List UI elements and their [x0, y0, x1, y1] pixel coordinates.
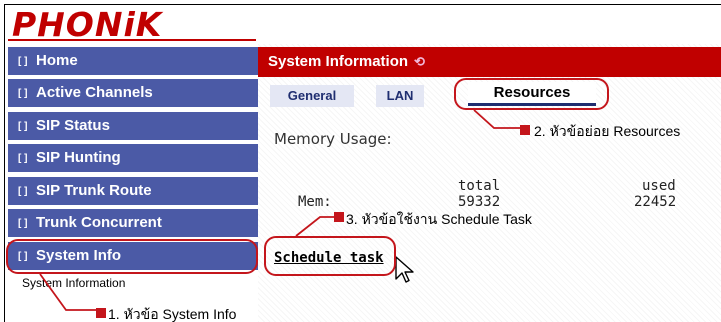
tab-lan[interactable]: LAN [376, 85, 424, 107]
page-title-bar: System Information ⟲ [258, 47, 721, 77]
sidebar-item-label: Active Channels [36, 84, 153, 101]
bracket-icon: [ ] [18, 186, 28, 197]
sidebar-item-sip-hunting[interactable]: [ ] SIP Hunting [8, 144, 258, 173]
mem-total-value: 59332 [458, 194, 501, 210]
mem-column-total: total [458, 178, 501, 194]
callout-system-info [6, 239, 258, 274]
sidebar-item-label: SIP Status [36, 117, 110, 134]
bracket-icon: [ ] [18, 121, 28, 132]
mem-column-used: used [642, 178, 676, 194]
sidebar-item-label: SIP Trunk Route [36, 182, 152, 199]
sidebar-item-home[interactable]: [ ] Home [8, 47, 258, 76]
page-title: System Information [268, 53, 409, 70]
logo-underline [8, 39, 256, 41]
annotation-schedule-task: 3. หัวข้อใช้งาน Schedule Task [346, 211, 532, 227]
sidebar-item-sip-status[interactable]: [ ] SIP Status [8, 112, 258, 141]
mem-row-label: Mem: [298, 194, 332, 210]
callout-schedule-task [264, 236, 396, 276]
sidebar-item-active-channels[interactable]: [ ] Active Channels [8, 79, 258, 108]
annotation-system-info: 1. หัวข้อ System Info [108, 306, 237, 322]
sidebar-item-sip-trunk-route[interactable]: [ ] SIP Trunk Route [8, 177, 258, 206]
annotation-bullet [334, 212, 344, 222]
sidebar-item-label: Trunk Concurrent [36, 214, 162, 231]
bracket-icon: [ ] [18, 56, 28, 67]
sidebar-item-label: SIP Hunting [36, 149, 121, 166]
sidebar-item-trunk-concurrent[interactable]: [ ] Trunk Concurrent [8, 209, 258, 238]
annotation-resources: 2. หัวข้อย่อย Resources [534, 123, 681, 139]
phonik-logo: PHONiK [12, 5, 163, 44]
mem-used-value: 22452 [634, 194, 677, 210]
sidebar-nav: [ ] Home [ ] Active Channels [ ] SIP Status… [8, 44, 258, 322]
memory-usage-label: Memory Usage: [274, 130, 392, 148]
bracket-icon: [ ] [18, 88, 28, 99]
logo-bar: PHONiK [8, 6, 258, 43]
sidebar-subitem-system-information[interactable]: System Information [22, 276, 125, 290]
refresh-icon[interactable]: ⟲ [414, 47, 425, 77]
tab-general[interactable]: General [270, 85, 354, 107]
sidebar-item-label: Home [36, 52, 78, 69]
bracket-icon: [ ] [18, 153, 28, 164]
bracket-icon: [ ] [18, 218, 28, 229]
annotation-bullet [96, 308, 106, 318]
annotation-bullet [520, 125, 530, 135]
mouse-cursor-icon [395, 256, 414, 283]
callout-resources [454, 78, 609, 110]
